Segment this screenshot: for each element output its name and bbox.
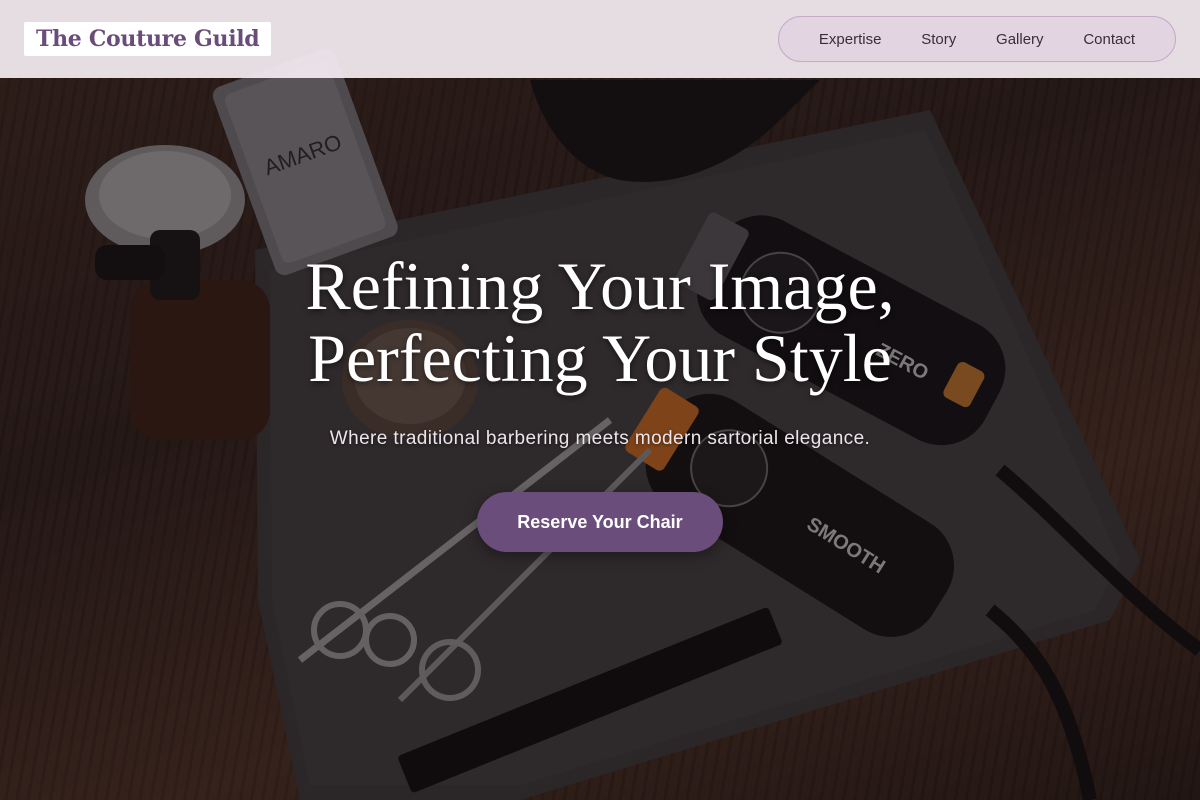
hero-title-line1: Refining Your Image, bbox=[305, 248, 895, 324]
nav-link-gallery[interactable]: Gallery bbox=[996, 31, 1044, 48]
nav-link-expertise[interactable]: Expertise bbox=[819, 31, 882, 48]
reserve-chair-button[interactable]: Reserve Your Chair bbox=[477, 492, 723, 552]
page: AMARO ZERO SMOOTH The Couture Guild Expe… bbox=[0, 0, 1200, 800]
brand-logo[interactable]: The Couture Guild bbox=[24, 22, 272, 56]
site-header: The Couture Guild Expertise Story Galler… bbox=[0, 0, 1200, 78]
hero-subtitle: Where traditional barbering meets modern… bbox=[329, 428, 871, 449]
hero-title: Refining Your Image, Perfecting Your Sty… bbox=[0, 250, 1200, 394]
nav-link-story[interactable]: Story bbox=[921, 31, 956, 48]
main-nav: Expertise Story Gallery Contact bbox=[778, 16, 1176, 62]
hero-title-line2: Perfecting Your Style bbox=[308, 320, 892, 396]
nav-link-contact[interactable]: Contact bbox=[1083, 31, 1135, 48]
hero-content: Refining Your Image, Perfecting Your Sty… bbox=[0, 250, 1200, 552]
